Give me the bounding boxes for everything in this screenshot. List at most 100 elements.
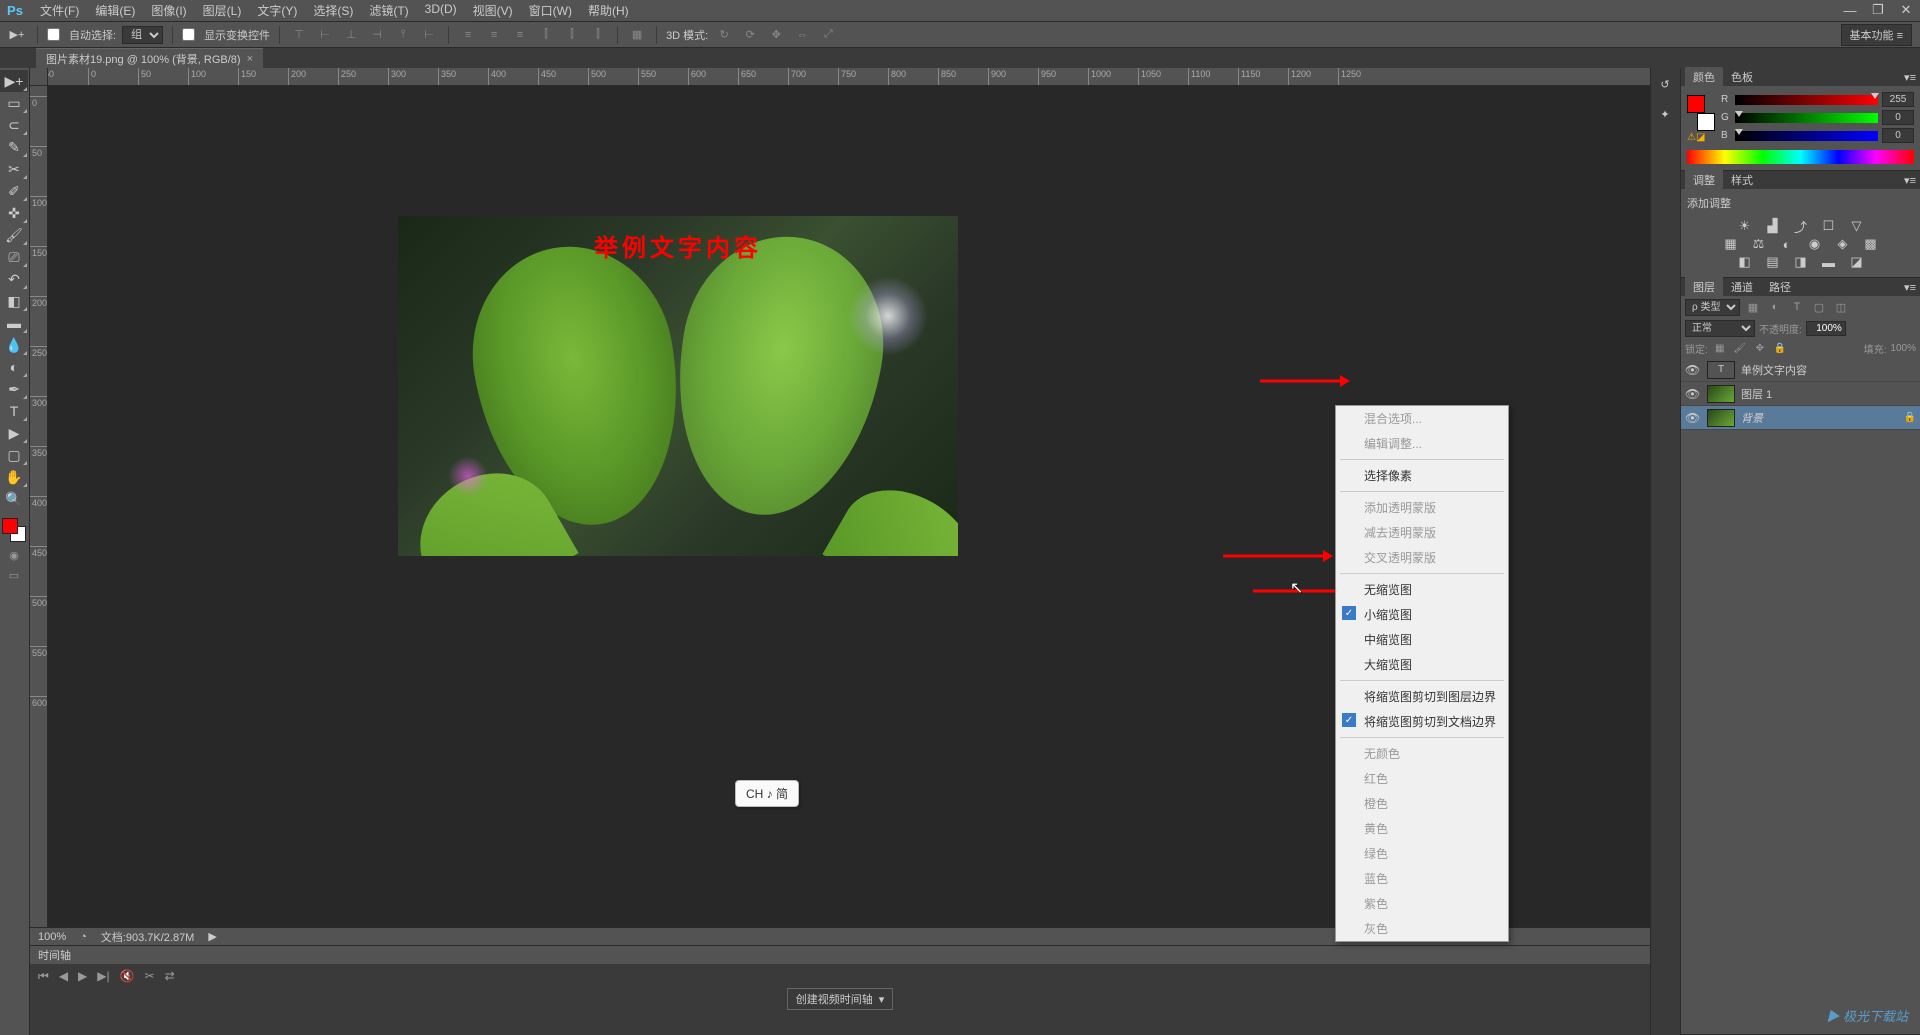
tab-layers[interactable]: 图层 — [1685, 277, 1723, 297]
distribute-left-icon[interactable]: ⫿ — [536, 25, 556, 45]
blend-mode-select[interactable]: 正常 — [1685, 320, 1755, 337]
color-lookup-icon[interactable]: ▩ — [1860, 235, 1882, 253]
quick-select-tool[interactable]: ✎ — [0, 136, 28, 158]
color-ramp[interactable] — [1687, 150, 1914, 164]
context-menu-item[interactable]: 无缩览图 — [1336, 577, 1508, 602]
align-left-icon[interactable]: ⊣ — [367, 25, 387, 45]
distribute-bottom-icon[interactable]: ≡ — [510, 25, 530, 45]
color-panel-menu[interactable]: ▾≡ — [1904, 71, 1916, 84]
distribute-right-icon[interactable]: ⫿ — [588, 25, 608, 45]
timeline-transition[interactable]: ⇄ — [165, 969, 175, 983]
levels-icon[interactable]: ▟ — [1762, 217, 1784, 235]
context-menu-item[interactable]: 选择像素 — [1336, 463, 1508, 488]
align-vcenter-icon[interactable]: ⊢ — [315, 25, 335, 45]
filter-adjust-icon[interactable]: ◐ — [1766, 299, 1784, 315]
filter-pixel-icon[interactable]: ▦ — [1744, 299, 1762, 315]
status-arrow[interactable]: ▶ — [208, 930, 216, 943]
show-transform-checkbox[interactable] — [182, 28, 195, 41]
filter-smart-icon[interactable]: ◫ — [1832, 299, 1850, 315]
text-tool[interactable]: T — [0, 400, 28, 422]
menu-item[interactable]: 视图(V) — [465, 0, 521, 22]
3d-slide-icon[interactable]: ⇔ — [792, 25, 812, 45]
screen-mode-icon[interactable]: ▭ — [0, 566, 28, 584]
3d-scale-icon[interactable]: ⤢ — [818, 25, 838, 45]
eraser-tool[interactable]: ◧ — [0, 290, 28, 312]
green-value[interactable]: 0 — [1882, 110, 1914, 125]
tab-color[interactable]: 颜色 — [1685, 67, 1723, 87]
adjustments-panel-menu[interactable]: ▾≡ — [1904, 174, 1916, 187]
layer-name[interactable]: 背景 — [1741, 410, 1898, 426]
lock-position-icon[interactable]: ✥ — [1752, 340, 1768, 356]
dodge-tool[interactable]: ◐ — [0, 356, 28, 378]
lock-transparency-icon[interactable]: ▦ — [1712, 340, 1728, 356]
menu-item[interactable]: 图像(I) — [143, 0, 194, 22]
hand-tool[interactable]: ✋ — [0, 466, 28, 488]
blur-tool[interactable]: 💧 — [0, 334, 28, 356]
create-video-timeline-button[interactable]: 创建视频时间轴▾ — [787, 988, 894, 1010]
visibility-icon[interactable]: 👁 — [1685, 387, 1701, 401]
lock-all-icon[interactable]: 🔒 — [1772, 340, 1788, 356]
timeline-audio[interactable]: 🔇 — [120, 969, 135, 983]
hue-icon[interactable]: ▦ — [1720, 235, 1742, 253]
timeline-first-frame[interactable]: ⏮ — [38, 969, 49, 984]
filter-shape-icon[interactable]: ▢ — [1810, 299, 1828, 315]
minimize-button[interactable]: — — [1836, 0, 1864, 20]
properties-panel-icon[interactable]: ✦ — [1653, 102, 1677, 126]
align-right-icon[interactable]: ⊢ — [419, 25, 439, 45]
tab-styles[interactable]: 样式 — [1723, 170, 1761, 190]
gradient-tool[interactable]: ▬ — [0, 312, 28, 334]
context-menu-item[interactable]: 中缩览图 — [1336, 627, 1508, 652]
tab-channels[interactable]: 通道 — [1723, 277, 1761, 297]
document-tab[interactable]: 图片素材19.png @ 100% (背景, RGB/8) × — [36, 48, 263, 69]
move-tool[interactable]: ▶+ — [0, 70, 28, 92]
menu-item[interactable]: 3D(D) — [417, 0, 465, 22]
layer-thumbnail[interactable] — [1707, 385, 1735, 403]
menu-item[interactable]: 滤镜(T) — [361, 0, 416, 22]
history-panel-icon[interactable]: ↺ — [1653, 72, 1677, 96]
gamut-warning-icon[interactable]: ⚠◪ — [1687, 132, 1705, 143]
layer-row[interactable]: 👁T单例文字内容 — [1681, 358, 1920, 382]
timeline-tab[interactable]: 时间轴 — [30, 946, 1650, 964]
distribute-vcenter-icon[interactable]: ≡ — [484, 25, 504, 45]
layer-row[interactable]: 👁 图层 1 — [1681, 382, 1920, 406]
layers-panel-menu[interactable]: ▾≡ — [1904, 281, 1916, 294]
crop-tool[interactable]: ✂ — [0, 158, 28, 180]
color-swatches[interactable] — [0, 516, 28, 544]
exposure-icon[interactable]: ☐ — [1818, 217, 1840, 235]
curves-icon[interactable]: ⤴ — [1790, 217, 1812, 235]
vibrance-icon[interactable]: ▽ — [1846, 217, 1868, 235]
visibility-icon[interactable]: 👁 — [1685, 411, 1701, 425]
distribute-top-icon[interactable]: ≡ — [458, 25, 478, 45]
zoom-level[interactable]: 100% — [38, 931, 66, 943]
tab-swatches[interactable]: 色板 — [1723, 67, 1761, 87]
close-tab-icon[interactable]: × — [247, 53, 253, 65]
3d-rotate-icon[interactable]: ↻ — [714, 25, 734, 45]
close-button[interactable]: ✕ — [1892, 0, 1920, 20]
stamp-tool[interactable]: ⎚ — [0, 246, 28, 268]
path-select-tool[interactable]: ▶ — [0, 422, 28, 444]
context-menu-item[interactable]: ✓小缩览图 — [1336, 602, 1508, 627]
tab-paths[interactable]: 路径 — [1761, 277, 1799, 297]
layer-name[interactable]: 单例文字内容 — [1741, 362, 1916, 378]
context-menu-item[interactable]: 将缩览图剪切到图层边界 — [1336, 684, 1508, 709]
visibility-icon[interactable]: 👁 — [1685, 363, 1701, 377]
auto-align-icon[interactable]: ▦ — [627, 25, 647, 45]
context-menu-item[interactable]: ✓将缩览图剪切到文档边界 — [1336, 709, 1508, 734]
photo-filter-icon[interactable]: ◉ — [1804, 235, 1826, 253]
menu-item[interactable]: 窗口(W) — [521, 0, 580, 22]
marquee-tool[interactable]: ▭ — [0, 92, 28, 114]
menu-item[interactable]: 图层(L) — [195, 0, 250, 22]
red-slider[interactable] — [1735, 95, 1878, 105]
align-top-icon[interactable]: ⊤ — [289, 25, 309, 45]
shape-tool[interactable]: ▢ — [0, 444, 28, 466]
opacity-value[interactable]: 100% — [1806, 321, 1846, 336]
blue-value[interactable]: 0 — [1882, 128, 1914, 143]
timeline-prev-frame[interactable]: ◀ — [59, 969, 68, 983]
filter-text-icon[interactable]: T — [1788, 299, 1806, 315]
invert-icon[interactable]: ◧ — [1734, 253, 1756, 271]
fill-value[interactable]: 100% — [1890, 343, 1916, 354]
brightness-icon[interactable]: ☀ — [1734, 217, 1756, 235]
lock-pixels-icon[interactable]: 🖌 — [1732, 340, 1748, 356]
red-value[interactable]: 255 — [1882, 92, 1914, 107]
layer-name[interactable]: 图层 1 — [1741, 386, 1916, 402]
